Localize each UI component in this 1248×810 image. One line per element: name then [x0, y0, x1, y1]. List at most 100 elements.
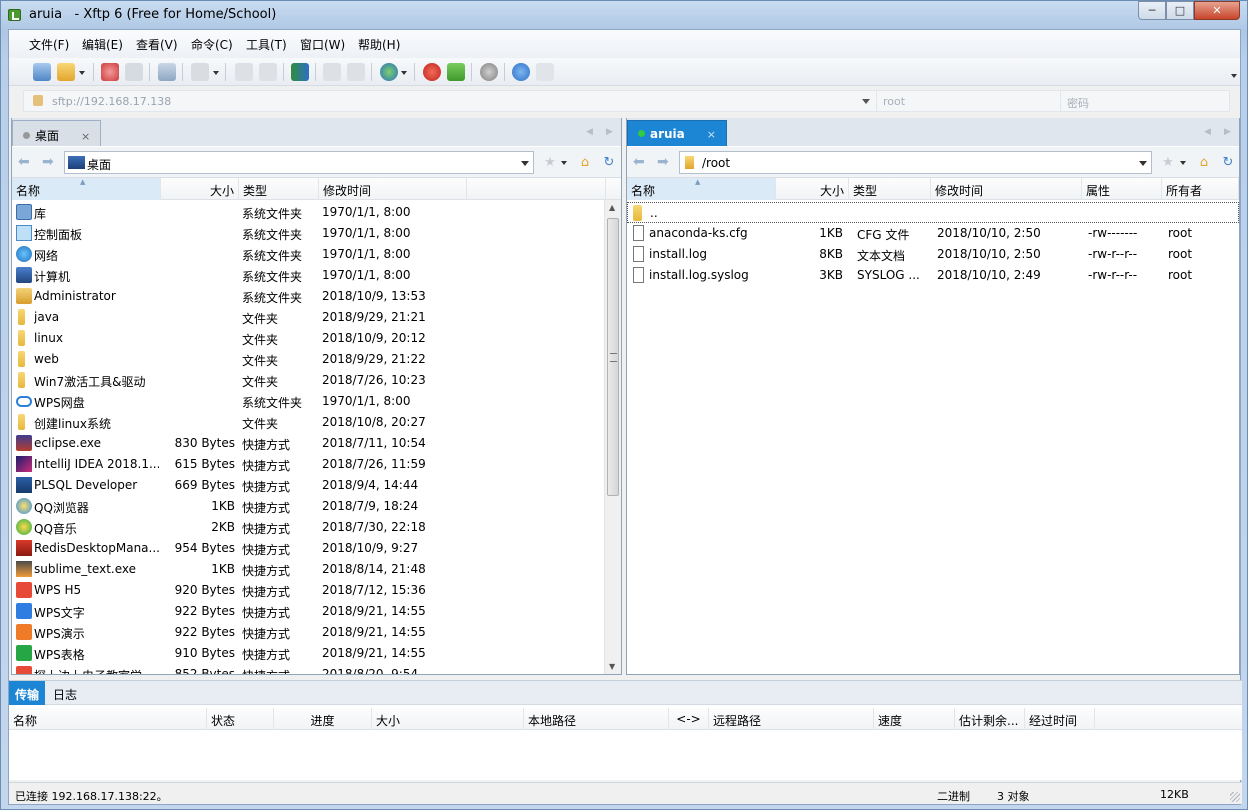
- password-field[interactable]: 密码: [1060, 91, 1230, 111]
- menu-command[interactable]: 命令(C): [191, 36, 233, 53]
- refresh-icon[interactable]: ↻: [1220, 155, 1236, 170]
- col-transfer-progress[interactable]: 进度: [274, 708, 372, 730]
- list-item[interactable]: 网络 系统文件夹 1970/1/1, 8:00: [12, 244, 621, 265]
- menu-file[interactable]: 文件(F): [29, 36, 69, 53]
- list-item[interactable]: java 文件夹 2018/9/29, 21:21: [12, 307, 621, 328]
- list-item[interactable]: IntelliJ IDEA 2018.1.... 615 Bytes 快捷方式 201…: [12, 454, 621, 475]
- col-transfer-status[interactable]: 状态: [207, 708, 274, 730]
- list-item[interactable]: eclipse.exe 830 Bytes 快捷方式 2018/7/11, 10:54: [12, 433, 621, 454]
- local-path-box[interactable]: 桌面: [64, 151, 534, 174]
- list-item[interactable]: web 文件夹 2018/9/29, 21:22: [12, 349, 621, 370]
- col-attrs[interactable]: 属性: [1082, 178, 1162, 200]
- list-item[interactable]: Win7激活工具&驱动 文件夹 2018/7/26, 10:23: [12, 370, 621, 391]
- path-dropdown-icon[interactable]: [1139, 161, 1147, 166]
- scrollbar-thumb[interactable]: [607, 218, 619, 496]
- col-name[interactable]: 名称 ▲: [12, 178, 161, 200]
- list-item[interactable]: 计算机 系统文件夹 1970/1/1, 8:00: [12, 265, 621, 286]
- col-size[interactable]: 大小: [161, 178, 239, 200]
- col-type[interactable]: 类型: [849, 178, 931, 200]
- chat-icon[interactable]: [536, 63, 554, 81]
- col-remote-path[interactable]: 远程路径: [709, 708, 874, 730]
- menu-tools[interactable]: 工具(T): [246, 36, 287, 53]
- remote-path-box[interactable]: /root: [679, 151, 1152, 174]
- bookmark-star-icon[interactable]: ★: [1160, 155, 1176, 170]
- connect-icon[interactable]: [125, 63, 143, 81]
- list-item[interactable]: 库 系统文件夹 1970/1/1, 8:00: [12, 202, 621, 223]
- minimize-button[interactable]: ─: [1138, 1, 1166, 20]
- list-item[interactable]: install.log.syslog 3KB SYSLOG ... 2018/10/1…: [627, 265, 1239, 286]
- maximize-button[interactable]: □: [1166, 1, 1194, 20]
- list-item[interactable]: PLSQL Developer 669 Bytes 快捷方式 2018/9/4, 14…: [12, 475, 621, 496]
- list-item[interactable]: WPS文字 922 Bytes 快捷方式 2018/9/21, 14:55: [12, 601, 621, 622]
- list-item[interactable]: QQ浏览器 1KB 快捷方式 2018/7/9, 18:24: [12, 496, 621, 517]
- refresh-icon[interactable]: ↻: [601, 155, 617, 170]
- list-item[interactable]: anaconda-ks.cfg 1KB CFG 文件 2018/10/10, 2:50…: [627, 223, 1239, 244]
- tab-scroll-right-icon[interactable]: ▶: [1224, 127, 1231, 137]
- resize-grip-icon[interactable]: [1230, 792, 1240, 802]
- home-icon[interactable]: ⌂: [577, 155, 593, 170]
- gear-icon[interactable]: [480, 63, 498, 81]
- local-scrollbar[interactable]: ▲ ▼: [604, 200, 621, 674]
- list-item[interactable]: RedisDesktopMana... 954 Bytes 快捷方式 2018/10/…: [12, 538, 621, 559]
- globe-icon[interactable]: [380, 63, 398, 81]
- tab-scroll-left-icon[interactable]: ◀: [1204, 127, 1211, 137]
- bookmark-star-icon[interactable]: ★: [542, 155, 558, 170]
- copy-icon[interactable]: [323, 63, 341, 81]
- path-dropdown-icon[interactable]: [521, 161, 529, 166]
- chevron-down-icon[interactable]: [1180, 161, 1186, 165]
- col-owner[interactable]: 所有者: [1162, 178, 1239, 200]
- tab-remote-aruia[interactable]: aruia ×: [627, 120, 727, 146]
- col-name[interactable]: 名称 ▲: [627, 178, 776, 200]
- list-item[interactable]: WPS表格 910 Bytes 快捷方式 2018/9/21, 14:55: [12, 643, 621, 664]
- help-icon[interactable]: [512, 63, 530, 81]
- list-item[interactable]: WPS H5 920 Bytes 快捷方式 2018/7/12, 15:36: [12, 580, 621, 601]
- col-local-path[interactable]: 本地路径: [524, 708, 669, 730]
- tab-log[interactable]: 日志: [47, 681, 83, 705]
- tab-scroll-right-icon[interactable]: ▶: [606, 127, 613, 137]
- tab-local-desktop[interactable]: 桌面 ×: [12, 120, 102, 146]
- tab-close-icon[interactable]: ×: [81, 130, 90, 143]
- upload-icon[interactable]: [235, 63, 253, 81]
- scroll-down-icon[interactable]: ▼: [609, 662, 615, 671]
- username-field[interactable]: root: [876, 91, 1058, 111]
- list-item[interactable]: Administrator 系统文件夹 2018/10/9, 13:53: [12, 286, 621, 307]
- xshell-icon[interactable]: [423, 63, 441, 81]
- scroll-up-icon[interactable]: ▲: [609, 203, 615, 212]
- home-icon[interactable]: ⌂: [1196, 155, 1212, 170]
- col-transfer-name[interactable]: 名称: [9, 708, 207, 730]
- menu-view[interactable]: 查看(V): [136, 36, 178, 53]
- col-type[interactable]: 类型: [239, 178, 319, 200]
- properties-icon[interactable]: [158, 63, 176, 81]
- chevron-down-icon[interactable]: [401, 71, 407, 75]
- col-direction[interactable]: <->: [669, 708, 709, 730]
- list-item[interactable]: install.log 8KB 文本文档 2018/10/10, 2:50 -rw-r-…: [627, 244, 1239, 265]
- list-item[interactable]: 创建linux系统 文件夹 2018/10/8, 20:27: [12, 412, 621, 433]
- disconnect-icon[interactable]: [101, 63, 119, 81]
- list-item[interactable]: 探上边上电子教室学 852 Bytes 快捷方式 2018/8/20, 9:54: [12, 664, 621, 674]
- menu-edit[interactable]: 编辑(E): [82, 36, 123, 53]
- col-modified[interactable]: 修改时间: [319, 178, 467, 200]
- forward-arrow-icon[interactable]: ➡: [657, 155, 673, 169]
- sync-icon[interactable]: [291, 63, 309, 81]
- transfer-mode[interactable]: 二进制: [937, 788, 970, 804]
- xftp-icon[interactable]: [447, 63, 465, 81]
- col-speed[interactable]: 速度: [874, 708, 955, 730]
- list-item[interactable]: ..: [627, 202, 1239, 223]
- title-bar[interactable]: aruia - Xftp 6 (Free for Home/School) ─ …: [1, 1, 1247, 29]
- address-dropdown-icon[interactable]: [862, 99, 870, 104]
- menu-help[interactable]: 帮助(H): [358, 36, 400, 53]
- col-modified[interactable]: 修改时间: [931, 178, 1082, 200]
- address-input[interactable]: sftp://192.168.17.138: [52, 95, 171, 108]
- col-transfer-size[interactable]: 大小: [372, 708, 524, 730]
- new-session-icon[interactable]: [33, 63, 51, 81]
- view-icon[interactable]: [191, 63, 209, 81]
- col-elapsed[interactable]: 经过时间: [1025, 708, 1095, 730]
- chevron-down-icon[interactable]: [79, 71, 85, 75]
- list-item[interactable]: WPS演示 922 Bytes 快捷方式 2018/9/21, 14:55: [12, 622, 621, 643]
- toolbar-overflow-icon[interactable]: [1231, 74, 1237, 78]
- address-bar[interactable]: sftp://192.168.17.138 root 密码: [23, 90, 1230, 112]
- tab-scroll-left-icon[interactable]: ◀: [586, 127, 593, 137]
- menu-window[interactable]: 窗口(W): [300, 36, 345, 53]
- download-icon[interactable]: [259, 63, 277, 81]
- list-item[interactable]: 控制面板 系统文件夹 1970/1/1, 8:00: [12, 223, 621, 244]
